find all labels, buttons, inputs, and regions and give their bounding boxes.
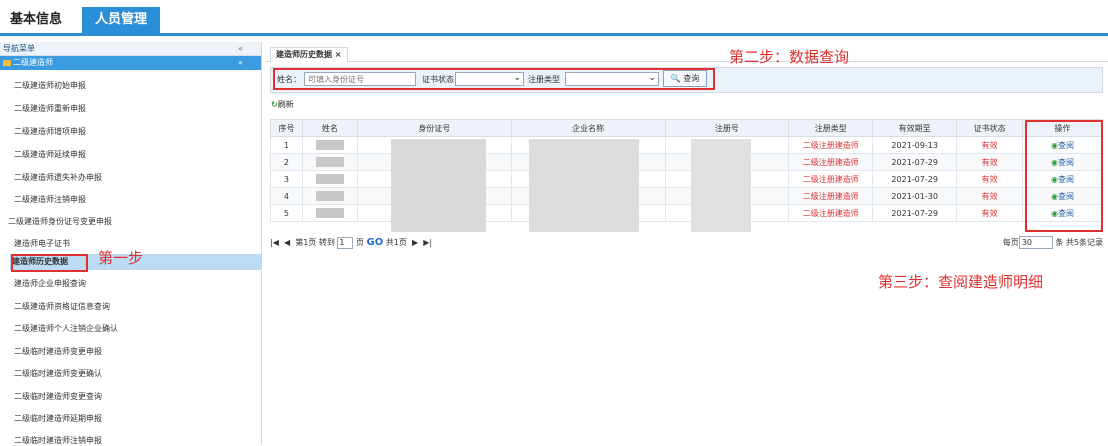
per-page-input[interactable]: 30 <box>1018 236 1053 249</box>
cell-reg-type: 二级注册建造师 <box>788 170 874 188</box>
tab-people-management[interactable]: 人员管理 <box>82 7 160 33</box>
cell-name-redacted <box>301 187 358 205</box>
sidebar: 导航菜单 « 二级建造师 « 二级建造师初始申报 二级建造师重新申报 二级建造师… <box>0 42 262 445</box>
cell-seq: 4 <box>270 187 303 205</box>
page-text: 第1页 转到 <box>295 238 335 247</box>
collapse-icon[interactable]: « <box>238 42 243 56</box>
step3-annotation: 第三步：查阅建造师明细 <box>878 273 1044 291</box>
cell-cert-status: 有效 <box>956 170 1024 188</box>
col-company: 企业名称 <box>510 119 666 137</box>
redacted-reg-no-block <box>691 139 751 232</box>
record-count: 条 共5条记录 <box>1055 238 1103 247</box>
sidebar-item[interactable]: 二级临时建造师变更查询 <box>14 391 102 402</box>
sidebar-group-label: 二级建造师 <box>13 58 53 67</box>
col-name: 姓名 <box>301 119 358 137</box>
sidebar-item[interactable]: 二级临时建造师注销申报 <box>14 435 102 446</box>
cell-seq: 2 <box>270 153 303 171</box>
folder-icon <box>3 59 11 66</box>
cell-reg-type: 二级注册建造师 <box>788 153 874 171</box>
sidebar-header: 导航菜单 « <box>0 42 261 56</box>
prev-page-icon[interactable]: ◀ <box>284 238 290 247</box>
chevron-up-icon[interactable]: « <box>238 56 243 70</box>
operation-highlight-box <box>1025 120 1103 232</box>
step2-annotation: 第二步：数据查询 <box>729 48 850 66</box>
name-label: 姓名： <box>277 75 301 84</box>
last-page-icon[interactable]: ▶| <box>423 238 432 247</box>
content-tabbar: 建造师历史数据 × <box>266 42 1108 62</box>
reg-type-select[interactable]: ⌄ <box>565 72 659 86</box>
pagination-bar: |◀ ◀ 第1页 转到 1 页 GO 共1页 ▶ ▶| 每页 30 条 共5条记录 <box>270 235 1103 251</box>
sidebar-item[interactable]: 建造师电子证书 <box>14 238 70 249</box>
sidebar-item[interactable]: 二级建造师遗失补办申报 <box>14 172 102 183</box>
total-pages: 共1页 <box>385 238 407 247</box>
step1-annotation: 第一步 <box>98 249 144 267</box>
refresh-label: 刷新 <box>277 100 294 109</box>
page-unit: 页 <box>355 238 364 247</box>
cell-seq: 5 <box>270 204 303 222</box>
cell-reg-type: 二级注册建造师 <box>788 187 874 205</box>
col-reg-type: 注册类型 <box>788 119 874 137</box>
col-seq: 序号 <box>270 119 303 137</box>
reg-type-label: 注册类型 <box>528 75 560 84</box>
cell-cert-status: 有效 <box>956 187 1024 205</box>
refresh-button[interactable]: ↻刷新 <box>271 99 294 110</box>
cell-reg-type: 二级注册建造师 <box>788 136 874 154</box>
cell-valid-until: 2021-07-29 <box>872 170 958 188</box>
name-input[interactable] <box>304 72 416 86</box>
cell-cert-status: 有效 <box>956 204 1024 222</box>
tab-basic-info[interactable]: 基本信息 <box>10 7 62 33</box>
per-page-control: 每页 30 条 共5条记录 <box>1003 235 1103 251</box>
cell-valid-until: 2021-07-29 <box>872 204 958 222</box>
cell-seq: 3 <box>270 170 303 188</box>
sidebar-item[interactable]: 二级建造师资格证信息查询 <box>14 301 110 312</box>
cell-reg-type: 二级注册建造师 <box>788 204 874 222</box>
sidebar-item[interactable]: 二级建造师重新申报 <box>14 103 86 114</box>
cert-status-select[interactable]: ⌄ <box>455 72 524 86</box>
sidebar-item[interactable]: 二级建造师注销申报 <box>14 194 86 205</box>
sidebar-item[interactable]: 二级建造师延续申报 <box>14 149 86 160</box>
chevron-down-icon: ⌄ <box>648 73 656 83</box>
sidebar-item[interactable]: 二级临时建造师延期申报 <box>14 413 102 424</box>
sidebar-header-label: 导航菜单 <box>3 44 35 53</box>
cell-cert-status: 有效 <box>956 153 1024 171</box>
table-header-row: 序号 姓名 身份证号 企业名称 注册号 注册类型 有效期至 证书状态 操作 <box>270 119 1103 137</box>
sidebar-item[interactable]: 二级建造师初始申报 <box>14 80 86 91</box>
cell-valid-until: 2021-07-29 <box>872 153 958 171</box>
cell-seq: 1 <box>270 136 303 154</box>
sidebar-item[interactable]: 二级建造师增项申报 <box>14 126 86 137</box>
redacted-company-block <box>529 139 639 232</box>
refresh-icon: ↻ <box>271 100 278 109</box>
first-page-icon[interactable]: |◀ <box>270 238 279 247</box>
sidebar-item[interactable]: 建造师企业申报查询 <box>14 278 86 289</box>
cell-valid-until: 2021-09-13 <box>872 136 958 154</box>
cell-cert-status: 有效 <box>956 136 1024 154</box>
go-button[interactable]: GO <box>366 237 383 248</box>
step1-highlight-box <box>11 254 88 272</box>
top-navigation: 基本信息 人员管理 <box>0 0 1108 36</box>
page-number-input[interactable]: 1 <box>337 236 354 249</box>
sidebar-group-second-level-builder[interactable]: 二级建造师 « <box>0 56 261 70</box>
col-reg-no: 注册号 <box>664 119 790 137</box>
sidebar-item[interactable]: 二级临时建造师变更确认 <box>14 368 102 379</box>
cell-name-redacted <box>301 136 358 154</box>
chevron-down-icon: ⌄ <box>513 73 521 83</box>
cell-name-redacted <box>301 204 358 222</box>
col-id: 身份证号 <box>356 119 512 137</box>
sidebar-item[interactable]: 二级建造师身份证号变更申报 <box>8 216 112 227</box>
cert-status-label: 证书状态 <box>422 75 454 84</box>
tab-builder-history[interactable]: 建造师历史数据 × <box>270 47 348 62</box>
cell-name-redacted <box>301 153 358 171</box>
redacted-id-block <box>391 139 486 232</box>
cell-name-redacted <box>301 170 358 188</box>
sidebar-item[interactable]: 二级临时建造师变更申报 <box>14 346 102 357</box>
per-page-label: 每页 <box>1002 238 1019 247</box>
next-page-icon[interactable]: ▶ <box>412 238 418 247</box>
cell-valid-until: 2021-01-30 <box>872 187 958 205</box>
query-button[interactable]: 🔍 查询 <box>663 70 707 87</box>
col-valid-until: 有效期至 <box>872 119 958 137</box>
main-panel: 建造师历史数据 × 姓名： 证书状态 ⌄ 注册类型 ⌄ 🔍 查询 第二步：数据查… <box>266 42 1108 445</box>
col-cert-status: 证书状态 <box>956 119 1024 137</box>
sidebar-item[interactable]: 二级建造师个人注销企业确认 <box>14 323 118 334</box>
